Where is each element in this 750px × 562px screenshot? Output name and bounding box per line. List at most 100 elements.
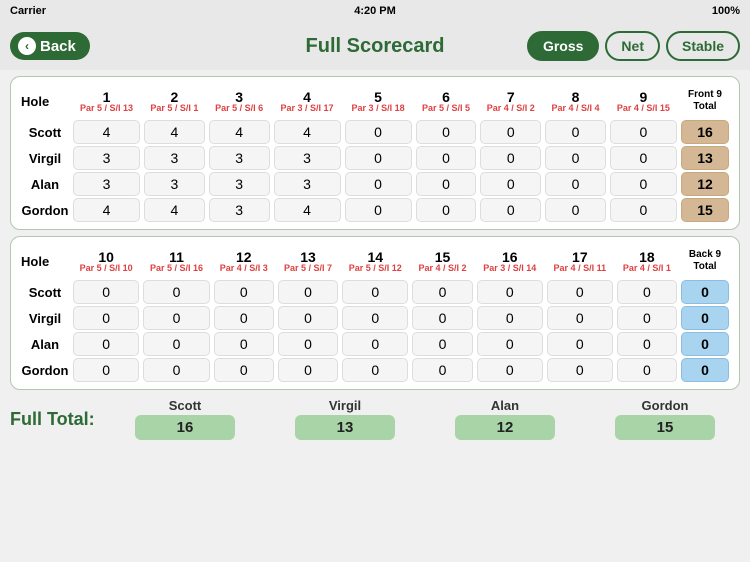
back9-virgil-h13[interactable]: 0 <box>276 305 340 331</box>
back9-scott-h16[interactable]: 0 <box>475 279 545 305</box>
front9-gordon-h2[interactable]: 4 <box>142 197 207 223</box>
front9-alan-h2[interactable]: 3 <box>142 171 207 197</box>
back9-gordon-h13[interactable]: 0 <box>276 357 340 383</box>
gordon-full-total: Gordon 15 <box>615 398 715 440</box>
back9-scott-h10[interactable]: 0 <box>71 279 141 305</box>
front9-gordon-h3[interactable]: 3 <box>207 197 272 223</box>
back9-alan-h14[interactable]: 0 <box>340 331 410 357</box>
front9-virgil-row: Virgil 3 3 3 3 0 0 0 0 0 13 <box>19 145 731 171</box>
front9-virgil-h6[interactable]: 0 <box>414 145 479 171</box>
front9-alan-total: 12 <box>679 171 731 197</box>
back9-alan-h16[interactable]: 0 <box>475 331 545 357</box>
back9-gordon-h10[interactable]: 0 <box>71 357 141 383</box>
back9-gordon-h11[interactable]: 0 <box>141 357 211 383</box>
front9-scott-row: Scott 4 4 4 4 0 0 0 0 0 16 <box>19 119 731 145</box>
back9-virgil-h10[interactable]: 0 <box>71 305 141 331</box>
back9-scott-h15[interactable]: 0 <box>410 279 474 305</box>
back9-alan-h18[interactable]: 0 <box>615 331 679 357</box>
back9-gordon-h16[interactable]: 0 <box>475 357 545 383</box>
back9-alan-h15[interactable]: 0 <box>410 331 474 357</box>
front9-alan-h5[interactable]: 0 <box>343 171 414 197</box>
front9-gordon-h1[interactable]: 4 <box>71 197 142 223</box>
front9-scott-h8[interactable]: 0 <box>543 119 608 145</box>
back-button[interactable]: ‹ Back <box>10 32 90 60</box>
back9-scott-h12[interactable]: 0 <box>212 279 276 305</box>
net-button[interactable]: Net <box>605 31 660 61</box>
front9-virgil-h1[interactable]: 3 <box>71 145 142 171</box>
front9-scott-h7[interactable]: 0 <box>478 119 543 145</box>
front9-alan-h6[interactable]: 0 <box>414 171 479 197</box>
back9-alan-h17[interactable]: 0 <box>545 331 615 357</box>
virgil-total-score: 13 <box>295 415 395 440</box>
back9-gordon-h12[interactable]: 0 <box>212 357 276 383</box>
front9-alan-h1[interactable]: 3 <box>71 171 142 197</box>
front9-virgil-h8[interactable]: 0 <box>543 145 608 171</box>
hole-12-header: 12Par 4 / S/I 3 <box>212 243 276 279</box>
back9-virgil-h14[interactable]: 0 <box>340 305 410 331</box>
front9-scott-h6[interactable]: 0 <box>414 119 479 145</box>
main-content: Hole 1Par 5 / S/I 13 2Par 5 / S/I 1 3Par… <box>0 70 750 394</box>
score-type-buttons: Gross Net Stable <box>527 31 740 61</box>
back9-virgil-h16[interactable]: 0 <box>475 305 545 331</box>
stable-button[interactable]: Stable <box>666 31 740 61</box>
front9-gordon-h7[interactable]: 0 <box>478 197 543 223</box>
front9-gordon-h9[interactable]: 0 <box>608 197 679 223</box>
back9-scott-h18[interactable]: 0 <box>615 279 679 305</box>
front9-virgil-h7[interactable]: 0 <box>478 145 543 171</box>
back9-virgil-row: Virgil 0 0 0 0 0 0 0 0 0 0 <box>19 305 731 331</box>
front9-virgil-h2[interactable]: 3 <box>142 145 207 171</box>
back9-scott-h17[interactable]: 0 <box>545 279 615 305</box>
front9-scott-h9[interactable]: 0 <box>608 119 679 145</box>
front9-alan-h8[interactable]: 0 <box>543 171 608 197</box>
back9-scott-h13[interactable]: 0 <box>276 279 340 305</box>
back9-scott-h11[interactable]: 0 <box>141 279 211 305</box>
front9-gordon-h6[interactable]: 0 <box>414 197 479 223</box>
back9-alan-h12[interactable]: 0 <box>212 331 276 357</box>
back9-gordon-h18[interactable]: 0 <box>615 357 679 383</box>
front9-alan-h9[interactable]: 0 <box>608 171 679 197</box>
status-bar: Carrier 4:20 PM 100% <box>0 0 750 22</box>
back9-alan-h10[interactable]: 0 <box>71 331 141 357</box>
back9-virgil-h15[interactable]: 0 <box>410 305 474 331</box>
back9-alan-h11[interactable]: 0 <box>141 331 211 357</box>
virgil-full-total: Virgil 13 <box>295 398 395 440</box>
hole-5-header: 5Par 3 / S/I 18 <box>343 83 414 119</box>
hole-10-header: 10Par 5 / S/I 10 <box>71 243 141 279</box>
battery-label: 100% <box>712 5 740 17</box>
back9-scott-h14[interactable]: 0 <box>340 279 410 305</box>
front9-gordon-h5[interactable]: 0 <box>343 197 414 223</box>
back9-gordon-name: Gordon <box>19 357 71 383</box>
hole-13-header: 13Par 5 / S/I 7 <box>276 243 340 279</box>
gross-button[interactable]: Gross <box>527 31 599 61</box>
front9-scott-h5[interactable]: 0 <box>343 119 414 145</box>
back9-alan-h13[interactable]: 0 <box>276 331 340 357</box>
front9-virgil-h5[interactable]: 0 <box>343 145 414 171</box>
front9-alan-h4[interactable]: 3 <box>272 171 343 197</box>
back9-gordon-h15[interactable]: 0 <box>410 357 474 383</box>
front9-gordon-h8[interactable]: 0 <box>543 197 608 223</box>
front9-scott-h4[interactable]: 4 <box>272 119 343 145</box>
front9-scott-h2[interactable]: 4 <box>142 119 207 145</box>
back9-virgil-h18[interactable]: 0 <box>615 305 679 331</box>
hole-9-header: 9Par 4 / S/I 15 <box>608 83 679 119</box>
front9-gordon-h4[interactable]: 4 <box>272 197 343 223</box>
back9-virgil-h12[interactable]: 0 <box>212 305 276 331</box>
players-total-list: Scott 16 Virgil 13 Alan 12 Gordon 15 <box>110 398 740 440</box>
back9-section: Hole 10Par 5 / S/I 10 11Par 5 / S/I 16 1… <box>10 236 740 390</box>
back9-gordon-h17[interactable]: 0 <box>545 357 615 383</box>
front9-scott-h3[interactable]: 4 <box>207 119 272 145</box>
back9-gordon-h14[interactable]: 0 <box>340 357 410 383</box>
back9-virgil-h17[interactable]: 0 <box>545 305 615 331</box>
back9-table: Hole 10Par 5 / S/I 10 11Par 5 / S/I 16 1… <box>19 243 731 383</box>
back9-total-header: Back 9Total <box>679 243 731 279</box>
front9-scott-h1[interactable]: 4 <box>71 119 142 145</box>
front9-virgil-h3[interactable]: 3 <box>207 145 272 171</box>
back9-scott-row: Scott 0 0 0 0 0 0 0 0 0 0 <box>19 279 731 305</box>
front9-virgil-h9[interactable]: 0 <box>608 145 679 171</box>
back9-virgil-h11[interactable]: 0 <box>141 305 211 331</box>
front9-alan-h7[interactable]: 0 <box>478 171 543 197</box>
hole-18-header: 18Par 4 / S/I 1 <box>615 243 679 279</box>
front9-alan-h3[interactable]: 3 <box>207 171 272 197</box>
back9-hole-col-header: Hole <box>19 243 71 279</box>
front9-virgil-h4[interactable]: 3 <box>272 145 343 171</box>
